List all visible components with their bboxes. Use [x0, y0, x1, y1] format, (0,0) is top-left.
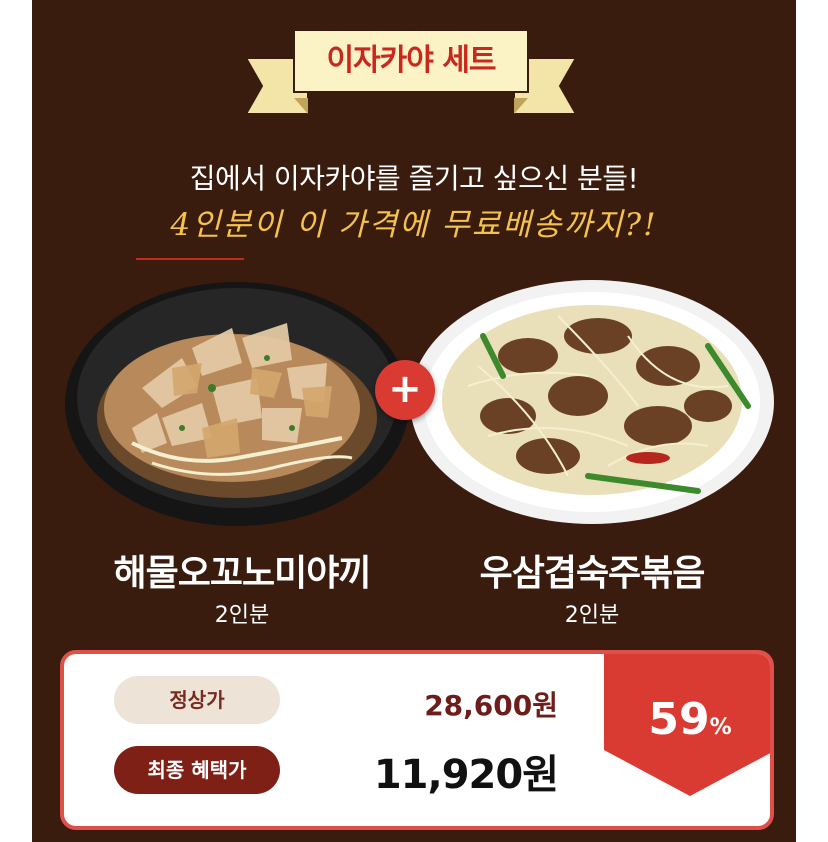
price-box: 정상가 28,600원 최종 혜택가 11,920원 59% [60, 650, 774, 830]
plus-icon: + [375, 360, 435, 420]
discount-value: 59 [648, 694, 710, 745]
dish-name-stirfry: 우삼겹숙주볶음 [479, 553, 706, 594]
promo-card: 이자카야 세트 집에서 이자카야를 즐기고 싶으신 분들! 4인분이 이 가격에… [32, 0, 796, 842]
beef-bean-sprout-image [408, 276, 776, 526]
subtitle: 집에서 이자카야를 즐기고 싶으신 분들! [189, 162, 639, 195]
title-ribbon: 이자카야 세트 [236, 24, 586, 116]
regular-price-label: 정상가 [114, 676, 280, 724]
dish-name-okonomiyaki: 해물오꼬노미야끼 [113, 553, 372, 594]
dish-portion-stirfry: 2인분 [564, 603, 620, 628]
ribbon-title: 이자카야 세트 [326, 43, 496, 78]
okonomiyaki-image [62, 268, 412, 530]
final-price: 11,920원 [373, 752, 559, 798]
dish-portion-okonomiyaki: 2인분 [214, 603, 270, 628]
highlight-text: 4인분이 이 가격에 무료배송까지?! [170, 207, 658, 243]
discount-unit: % [709, 715, 732, 740]
regular-price: 28,600원 [424, 689, 558, 722]
discount-badge: 59% [604, 654, 770, 798]
divider [136, 258, 244, 260]
final-price-label: 최종 혜택가 [114, 746, 280, 794]
